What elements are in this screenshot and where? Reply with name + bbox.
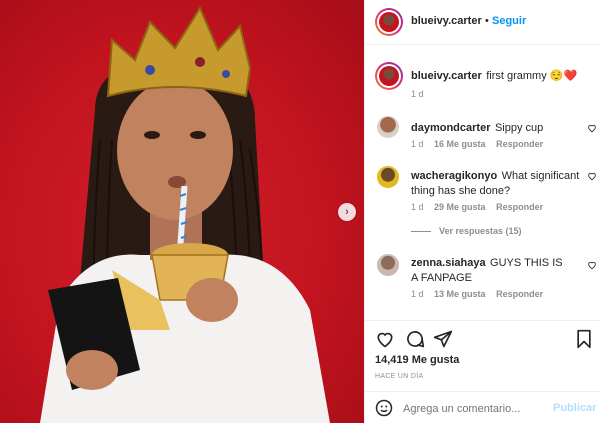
caption-time: 1 d [411, 89, 424, 99]
comment-avatar[interactable] [377, 116, 399, 138]
instagram-post-view: › blueivy.carter • Seguir blueivy.carter… [0, 0, 600, 423]
caption-avatar[interactable] [375, 62, 403, 90]
avatar[interactable] [375, 8, 403, 36]
post-image-illustration [40, 5, 330, 423]
comment-input[interactable] [401, 400, 545, 418]
post-header: blueivy.carter • Seguir [365, 0, 600, 45]
publish-button[interactable]: Publicar [553, 402, 596, 414]
post-timestamp: HACE UN DÍA [375, 373, 424, 380]
comment-meta: 1 d 16 Me gusta Responder [411, 139, 543, 149]
view-replies-label[interactable]: Ver respuestas (15) [439, 226, 522, 236]
view-replies[interactable]: Ver respuestas (15) [411, 226, 522, 236]
follow-button[interactable]: Seguir [492, 15, 526, 27]
comment-meta: 1 d 13 Me gusta Responder [411, 289, 543, 299]
comment-text: Sippy cup [494, 122, 544, 134]
chevron-right-icon: › [345, 206, 349, 218]
like-comment-heart-icon[interactable] [587, 171, 597, 181]
comment-meta: 1 d 29 Me gusta Responder [411, 202, 543, 212]
save-bookmark-icon[interactable] [575, 329, 593, 349]
separator-dot: • [485, 15, 489, 27]
share-paper-plane-icon[interactable] [433, 329, 453, 349]
replies-divider [411, 231, 431, 233]
caption-username[interactable]: blueivy.carter [411, 70, 482, 82]
caption: blueivy.carter first grammy 😌❤️ [411, 66, 591, 84]
comment-bar: Publicar [365, 391, 600, 424]
comment-likes[interactable]: 29 Me gusta [434, 202, 486, 212]
comment-body: zenna.siahaya GUYS THIS IS A FANPAGE [411, 255, 571, 285]
emoji-smiley-icon[interactable] [375, 399, 393, 417]
next-image-button[interactable]: › [338, 203, 356, 221]
reply-button[interactable]: Responder [496, 139, 543, 149]
likes-count[interactable]: 14,419 Me gusta [375, 354, 459, 366]
comment-username[interactable]: daymondcarter [411, 122, 490, 134]
comment-likes[interactable]: 13 Me gusta [434, 289, 486, 299]
comment-time: 1 d [411, 139, 424, 149]
comment-username[interactable]: zenna.siahaya [411, 257, 486, 269]
reply-button[interactable]: Responder [496, 202, 543, 212]
comment-time: 1 d [411, 289, 424, 299]
header-username[interactable]: blueivy.carter [411, 15, 482, 27]
comment-avatar[interactable] [377, 254, 399, 276]
like-comment-heart-icon[interactable] [587, 123, 597, 133]
reply-button[interactable]: Responder [496, 289, 543, 299]
post-photo[interactable]: › [0, 0, 364, 423]
like-comment-heart-icon[interactable] [587, 260, 597, 270]
comment-username[interactable]: wacheragikonyo [411, 170, 497, 182]
post-side-panel: blueivy.carter • Seguir blueivy.carter f… [364, 0, 600, 423]
comment-bubble-icon[interactable] [405, 329, 425, 349]
comment-time: 1 d [411, 202, 424, 212]
comment-body: wacheragikonyo What significant thing ha… [411, 168, 581, 198]
caption-text: first grammy 😌❤️ [486, 70, 578, 82]
comment-likes[interactable]: 16 Me gusta [434, 139, 486, 149]
comment-avatar[interactable] [377, 166, 399, 188]
like-heart-icon[interactable] [375, 329, 395, 349]
comment-body: daymondcarter Sippy cup [411, 118, 581, 136]
